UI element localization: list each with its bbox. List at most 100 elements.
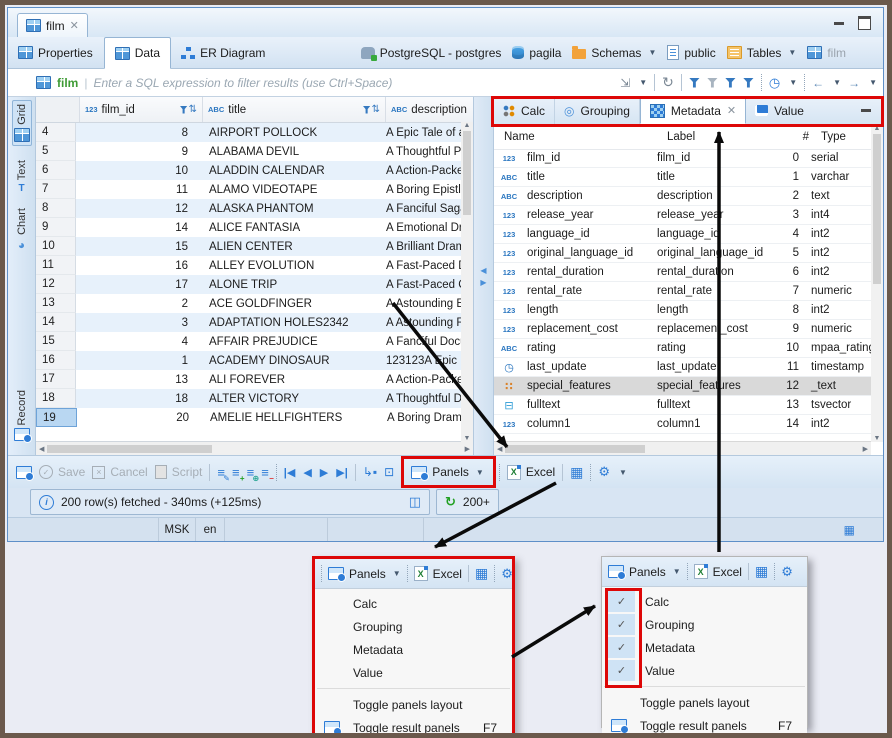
row-count-box[interactable]: ↻ 200+ (436, 489, 499, 515)
metadata-row[interactable]: ABC title title 1 varchar (494, 168, 871, 187)
filter-apply-icon[interactable] (689, 78, 700, 88)
presentation-chart[interactable]: Chart ◕ (16, 208, 28, 252)
first-row-icon[interactable]: |◀ (284, 466, 296, 479)
cell-film-id[interactable]: 14 (76, 218, 204, 237)
metadata-col-label[interactable]: Label (667, 131, 785, 143)
metadata-row[interactable]: 123 column1 column1 14 int2 (494, 415, 871, 434)
cell-film-id[interactable]: 9 (76, 142, 204, 161)
row-number[interactable]: 16 (36, 351, 76, 370)
row-number[interactable]: 18 (36, 389, 76, 408)
script-button[interactable]: Script (155, 465, 203, 479)
cell-title[interactable]: ACE GOLDFINGER (204, 294, 381, 313)
cell-title[interactable]: ALONE TRIP (204, 275, 381, 294)
scroll-left-icon[interactable]: ◀ (39, 445, 44, 453)
row-number[interactable]: 17 (36, 370, 76, 389)
row-number[interactable]: 13 (36, 294, 76, 313)
row-number[interactable]: 12 (36, 275, 76, 294)
column-header-description[interactable]: ABC description (386, 97, 473, 122)
filter-sort-icon[interactable]: ⇅ (363, 104, 380, 115)
cell-description[interactable]: A Action-Packed (381, 370, 461, 389)
cell-title[interactable]: ALABAMA DEVIL (204, 142, 381, 161)
menu-item[interactable]: Value (315, 661, 512, 684)
menu-item-toggle-layout[interactable]: Toggle panels layout (602, 691, 807, 714)
scroll-down-icon[interactable]: ▼ (464, 435, 471, 442)
table-row[interactable]: 4 8 AIRPORT POLLOCK A Epic Tale of a M (36, 123, 461, 142)
grid-view-icon[interactable]: ▦ (475, 565, 488, 582)
tab-data[interactable]: Data (104, 37, 171, 69)
grid-view-icon[interactable]: ▦ (570, 464, 583, 481)
cell-film-id[interactable]: 1 (76, 351, 204, 370)
cell-film-id[interactable]: 16 (76, 256, 204, 275)
breadcrumb-connection[interactable]: PostgreSQL - postgres (358, 46, 505, 60)
panel-tab-grouping[interactable]: ◎ Grouping (555, 97, 640, 124)
cell-description[interactable]: A Brilliant Drama (381, 237, 461, 256)
collapse-left-icon[interactable]: ◀ (480, 266, 486, 275)
table-row[interactable]: 14 3 ADAPTATION HOLES2342 A Astounding R… (36, 313, 461, 332)
metadata-row[interactable]: ABC description description 2 text (494, 187, 871, 206)
filter-sort-icon[interactable]: ⇅ (180, 104, 197, 115)
close-icon[interactable]: ✕ (70, 19, 79, 32)
cell-description[interactable]: A Boring Epistle o (381, 180, 461, 199)
table-row[interactable]: 9 14 ALICE FANTASIA A Emotional Dram (36, 218, 461, 237)
cell-film-id[interactable]: 8 (76, 123, 204, 142)
close-icon[interactable]: ✕ (727, 104, 736, 117)
scroll-right-icon[interactable]: ▶ (465, 445, 470, 453)
metadata-row[interactable]: 123 replacement_cost replacement_cost 9 … (494, 320, 871, 339)
cell-description[interactable]: A Fast-Paced Drar (381, 256, 461, 275)
panels-button[interactable]: Panels ▼ (328, 567, 401, 581)
cell-description[interactable]: 123123A Epic Drar (381, 351, 461, 370)
breadcrumb-schema-public[interactable]: public (664, 45, 718, 60)
breadcrumb-table-film[interactable]: film (804, 46, 849, 60)
scrollbar-thumb[interactable] (463, 131, 471, 215)
menu-item-checked[interactable]: ✓ Grouping (602, 613, 807, 636)
table-row[interactable]: 6 10 ALADDIN CALENDAR A Action-Packed T (36, 161, 461, 180)
back-icon[interactable]: ← (812, 76, 824, 90)
menu-item[interactable]: Calc (315, 592, 512, 615)
metadata-row[interactable]: ⊟ fulltext fulltext 13 tsvector (494, 396, 871, 415)
gear-icon[interactable]: ⚙ (781, 564, 793, 580)
maximize-icon[interactable] (858, 16, 871, 30)
chevron-down-icon[interactable]: ▼ (639, 78, 647, 87)
last-row-icon[interactable]: ▶| (336, 466, 348, 479)
save-button[interactable]: ✓ Save (39, 465, 85, 479)
scroll-up-icon[interactable]: ▲ (464, 122, 471, 129)
refresh-icon[interactable]: ↻ (445, 494, 456, 510)
chevron-down-icon[interactable]: ▼ (619, 468, 627, 477)
menu-item-checked[interactable]: ✓ Calc (602, 590, 807, 613)
breadcrumb-tables[interactable]: Tables ▼ (724, 46, 800, 60)
column-header-title[interactable]: ABC title ⇅ (203, 97, 386, 122)
metadata-row[interactable]: 123 film_id film_id 0 serial (494, 149, 871, 168)
cell-film-id[interactable]: 12 (76, 199, 204, 218)
collapse-right-icon[interactable]: ▶ (480, 278, 486, 287)
cell-title[interactable]: ALTER VICTORY (204, 389, 381, 408)
cell-description[interactable]: A Thoughtful Drar (381, 389, 461, 408)
chevron-down-icon[interactable]: ▼ (476, 468, 484, 477)
cell-description[interactable]: A Fast-Paced Cha (381, 275, 461, 294)
table-row[interactable]: 7 11 ALAMO VIDEOTAPE A Boring Epistle o (36, 180, 461, 199)
cell-description[interactable]: A Thoughtful Pan (381, 142, 461, 161)
cell-film-id[interactable]: 11 (76, 180, 204, 199)
panel-tab-metadata[interactable]: Metadata ✕ (640, 97, 746, 124)
add-row-icon[interactable]: ≡+ (232, 466, 240, 479)
cell-title[interactable]: ALADDIN CALENDAR (204, 161, 381, 180)
table-row[interactable]: 12 17 ALONE TRIP A Fast-Paced Cha (36, 275, 461, 294)
row-number-header[interactable] (36, 97, 80, 122)
metadata-row[interactable]: ∷ special_features special_features 12 _… (494, 377, 871, 396)
fetch-all-icon[interactable]: ⊡ (384, 465, 394, 479)
duplicate-row-icon[interactable]: ≡⊕ (247, 466, 255, 479)
cell-film-id[interactable]: 20 (77, 408, 205, 427)
cell-title[interactable]: ALLEY EVOLUTION (204, 256, 381, 275)
gear-icon[interactable]: ⚙ (501, 566, 512, 582)
panel-tab-calc[interactable]: Calc (494, 97, 555, 124)
editor-tab-film[interactable]: film ✕ (17, 13, 88, 37)
filter-clear-icon[interactable] (707, 78, 718, 88)
cell-description[interactable]: A Fanciful Docum (381, 332, 461, 351)
table-row[interactable]: 10 15 ALIEN CENTER A Brilliant Drama (36, 237, 461, 256)
cell-title[interactable]: AIRPORT POLLOCK (204, 123, 381, 142)
presentation-text[interactable]: Text T (16, 160, 28, 194)
cancel-button[interactable]: × Cancel (92, 465, 147, 479)
metadata-vertical-scrollbar[interactable]: ▲ ▼ (871, 125, 883, 442)
chevron-down-icon[interactable]: ▼ (869, 78, 877, 87)
metadata-col-number[interactable]: # (785, 131, 812, 143)
chevron-down-icon[interactable]: ▼ (789, 78, 797, 87)
